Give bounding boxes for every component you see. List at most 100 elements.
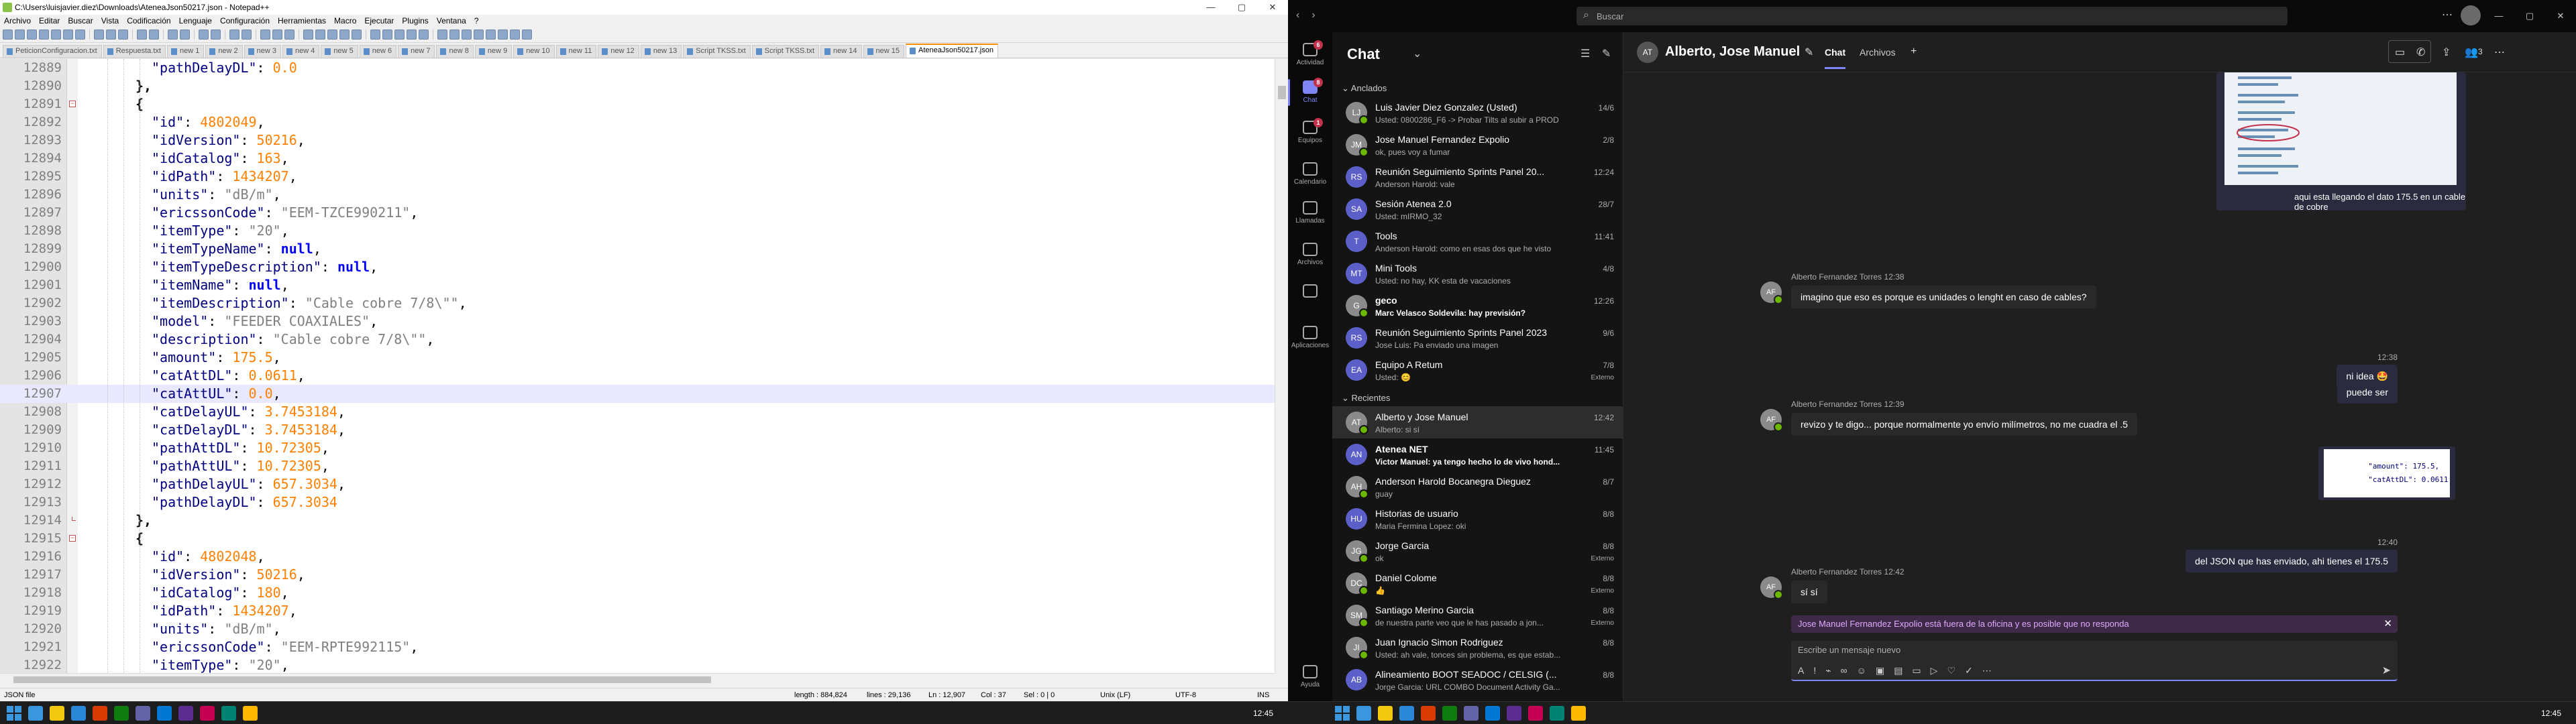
taskbar-app-icon[interactable] [136,706,150,721]
menu-item[interactable]: Plugins [398,15,432,27]
replace-icon[interactable] [180,29,190,40]
menu-item[interactable]: Herramientas [274,15,330,27]
zoom-in-icon[interactable] [199,29,209,40]
code-editor[interactable]: 12889 "pathDelayDL": 0.0 12890}, 12891−{128… [0,59,1283,673]
menu-item[interactable]: Ejecutar [360,15,398,27]
close-icon[interactable] [51,29,61,40]
map-icon[interactable] [315,29,325,40]
horizontal-scrollbar[interactable] [0,673,1275,685]
save-all-icon[interactable] [39,29,49,40]
start-button-icon[interactable] [1335,706,1350,721]
copy-icon[interactable] [106,29,116,40]
menu-item[interactable]: Vista [97,15,123,27]
conversation-title[interactable]: Alberto, Jose Manuel [1665,44,1800,60]
play-icon[interactable] [394,29,405,40]
fold-toggle-icon[interactable]: − [69,535,76,542]
taskbar-app-icon[interactable] [93,706,107,721]
section-recent[interactable]: ⌄ Recientes [1342,393,1390,404]
taskbar-app-icon[interactable] [1571,706,1586,721]
lang-icon[interactable] [303,29,313,40]
snippet-image-message[interactable]: "amount": 175.5, "catAttDL": 0.0611, [2318,446,2455,500]
search-input[interactable]: Buscar [1576,7,2288,25]
chat-list-item[interactable]: LJ Luis Javier Diez Gonzalez (Usted) Usted… [1332,97,1623,129]
menu-item[interactable]: Ventana [433,15,470,27]
save-macro-icon[interactable] [419,29,429,40]
praise-icon[interactable]: ♡ [1947,665,1955,676]
wrap-icon[interactable] [260,29,270,40]
b1-icon[interactable] [449,29,460,40]
video-call-icon[interactable]: ▭ [2395,46,2405,59]
start-button-icon[interactable] [7,706,21,721]
rail-chat[interactable]: Chat 8 [1288,75,1332,111]
add-tab-icon[interactable]: + [1911,46,1917,58]
tab-files[interactable]: Archivos [1860,47,1896,58]
minimize-button[interactable]: — [2483,0,2514,32]
redo-icon[interactable] [149,29,159,40]
taskbar-app-icon[interactable] [1421,706,1436,721]
chat-list-item[interactable]: SM Santiago Merino Garcia de nuestra parte… [1332,599,1623,631]
document-tab[interactable]: new 13 [640,45,682,58]
document-tab[interactable]: new 3 [244,45,282,58]
taskbar-app-icon[interactable] [1442,706,1457,721]
rail-files[interactable]: Archivos [1288,237,1332,274]
record-icon[interactable] [370,29,380,40]
rail-activity[interactable]: Actividad 6 [1288,38,1332,74]
image-message[interactable]: aqui esta llegando el dato 175.5 en un c… [2216,72,2466,212]
people-icon[interactable]: 👥 [2465,46,2478,59]
shared-screenshot-image[interactable] [2224,72,2457,185]
filter-icon[interactable]: ☰ [1580,47,1590,60]
loop-icon[interactable]: ∞ [1841,665,1847,676]
edit-icon[interactable]: ✎ [1805,46,1813,59]
sync-v-icon[interactable] [229,29,239,40]
taskbar-app-icon[interactable] [243,706,258,721]
chat-list-item[interactable]: Ggeco Marc Velasco Soldevila: hay previsi… [1332,290,1623,322]
document-tab[interactable]: Script TKSS.txt [751,45,820,58]
taskbar-app-icon[interactable] [1356,706,1371,721]
save-icon[interactable] [27,29,37,40]
close-button[interactable]: ✕ [2545,0,2576,32]
minimize-button[interactable]: — [1195,0,1226,15]
maximize-button[interactable]: ▢ [2514,0,2545,32]
profile-avatar[interactable] [2461,5,2481,25]
document-tab[interactable]: new 9 [474,45,513,58]
document-tab[interactable]: new 11 [555,45,597,58]
menu-item[interactable]: Codificación [123,15,174,27]
rail-more-apps[interactable] [1288,279,1332,315]
attach-icon[interactable]: ⌁ [1825,665,1831,676]
document-tab[interactable]: PeticionConfiguracion.txt [3,45,102,58]
document-tab[interactable]: new 10 [513,45,555,58]
share-screen-icon[interactable]: ⇪ [2442,46,2451,59]
taskbar-app-icon[interactable] [178,706,193,721]
document-tab[interactable]: new 8 [436,45,474,58]
menu-item[interactable]: Configuración [216,15,274,27]
document-tab[interactable]: new 15 [863,45,905,58]
format-icon[interactable]: A [1798,665,1804,676]
message-bubble[interactable]: del JSON que has enviado, ahi tienes el … [2186,550,2398,572]
menu-item[interactable]: Buscar [64,15,97,27]
find-icon[interactable] [168,29,178,40]
sync-h-icon[interactable] [241,29,252,40]
chat-list-item[interactable]: AN Atenea NET Victor Manuel: ya tengo hech… [1332,438,1623,471]
chat-list-item[interactable]: JI Juan Ignacio Simon Rodriguez Usted: ah … [1332,631,1623,664]
section-pinned[interactable]: ⌄ Anclados [1342,83,1387,94]
b7-icon[interactable] [522,29,532,40]
chat-list-item[interactable]: AB Alineamiento BOOT SEADOC / CELSIG (...… [1332,664,1623,696]
rail-help[interactable]: Ayuda [1288,660,1332,696]
document-tab[interactable]: new 6 [359,45,397,58]
paste-icon[interactable] [118,29,128,40]
zoom-out-icon[interactable] [211,29,221,40]
b5-icon[interactable] [498,29,508,40]
menu-item[interactable]: ? [470,15,483,27]
document-tab[interactable]: new 12 [598,45,639,58]
rail-teams[interactable]: Equipos 1 [1288,115,1332,152]
nav-arrows[interactable]: ‹› [1296,9,1328,21]
taskbar-app-icon[interactable] [114,706,129,721]
run-icon[interactable] [437,29,447,40]
scroll-thumb[interactable] [13,676,711,683]
emoji-icon[interactable]: ☺ [1857,665,1866,676]
indent-guide-icon[interactable] [284,29,294,40]
taskbar-app-icon[interactable] [28,706,43,721]
taskbar-app-icon[interactable] [1378,706,1393,721]
taskbar-app-icon[interactable] [71,706,86,721]
chat-list-item[interactable]: RS Reunión Seguimiento Sprints Panel 20..… [1332,161,1623,193]
